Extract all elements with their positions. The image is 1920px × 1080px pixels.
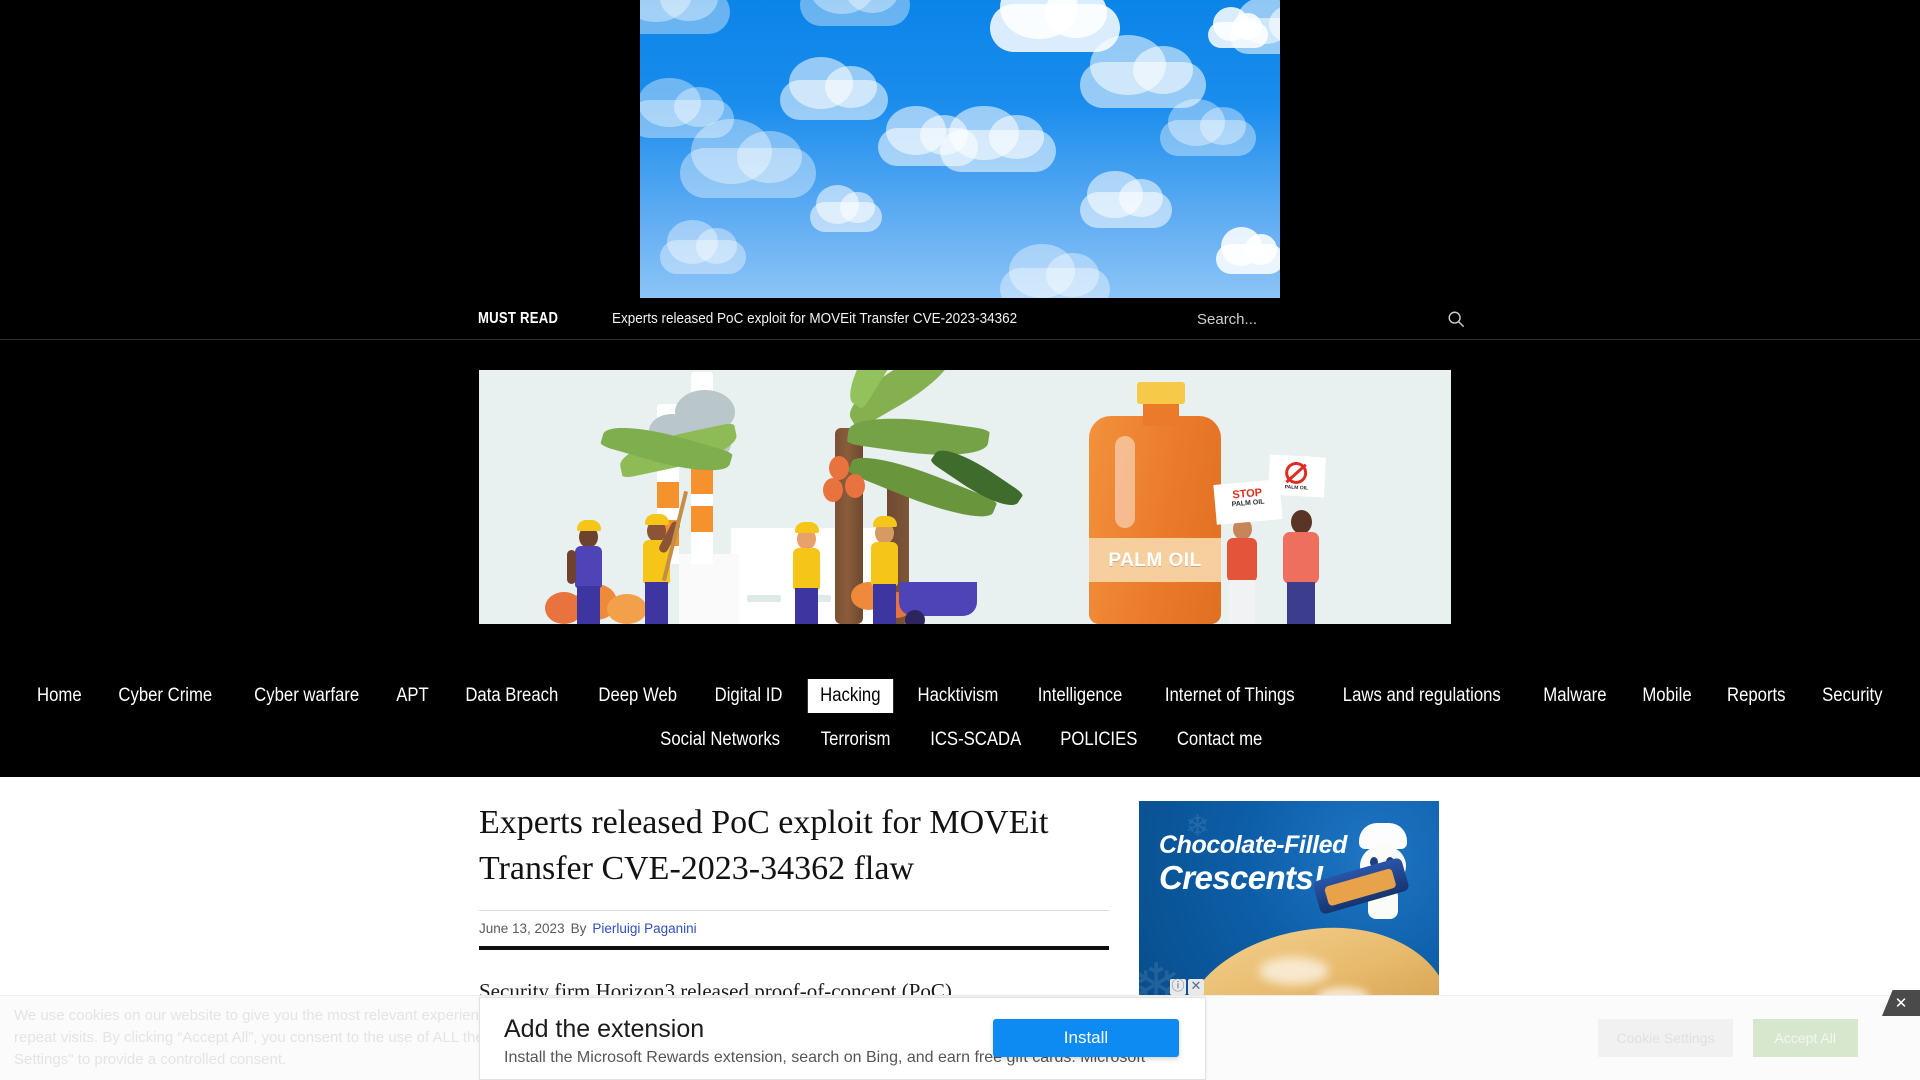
cloud-shape	[1208, 6, 1268, 48]
bottle-highlight	[1115, 436, 1135, 528]
bottle-cap	[1137, 382, 1185, 404]
wheelbarrow-wheel	[905, 610, 925, 624]
palm-oil-bottle	[1089, 416, 1221, 624]
nav-item-hacking[interactable]: Hacking	[807, 678, 893, 713]
factory-window	[747, 595, 781, 602]
nav-item-hacktivism[interactable]: Hacktivism	[905, 679, 1010, 713]
palm-fruit	[829, 456, 849, 480]
cloud-shape	[680, 119, 816, 198]
nav-item-terrorism[interactable]: Terrorism	[809, 723, 903, 757]
protest-sign-small-text: PALM OIL	[1284, 484, 1309, 492]
bottle-label-text: PALM OIL	[1108, 550, 1202, 571]
article-divider	[479, 946, 1109, 951]
cloud-shape	[1080, 171, 1172, 228]
nav-item-cyber-warfare[interactable]: Cyber warfare	[242, 679, 372, 713]
sidebar-ad-line2: Crescents!	[1159, 859, 1324, 896]
nav-item-reports[interactable]: Reports	[1715, 679, 1798, 713]
nav-item-apt[interactable]: APT	[384, 679, 441, 713]
cloud-shape	[1216, 226, 1280, 274]
article: Experts released PoC exploit for MOVEit …	[479, 800, 1109, 1008]
must-read-label: MUST READ	[478, 309, 559, 327]
cloud-shape	[810, 184, 882, 232]
nav-item-contact-me[interactable]: Contact me	[1164, 723, 1274, 757]
nav-item-internet-of-things[interactable]: Internet of Things	[1153, 679, 1307, 713]
cloud-shape	[800, 0, 910, 26]
article-date: June 13, 2023	[479, 921, 565, 937]
must-read-headline-link[interactable]: Experts released PoC exploit for MOVEit …	[612, 310, 1017, 327]
fruit-pile	[607, 594, 647, 624]
nav-item-security[interactable]: Security	[1809, 679, 1894, 713]
nav-item-policies[interactable]: POLICIES	[1048, 723, 1150, 757]
bottom-ad-install-button[interactable]: Install	[993, 1019, 1179, 1057]
cloud-shape	[780, 56, 888, 120]
cookie-actions: Cookie Settings Accept All	[1598, 1019, 1858, 1057]
nav-item-intelligence[interactable]: Intelligence	[1025, 679, 1134, 713]
nav-item-social-networks[interactable]: Social Networks	[648, 723, 793, 757]
nav-item-deep-web[interactable]: Deep Web	[586, 679, 689, 713]
factory-building-small	[679, 554, 739, 624]
article-byline: June 13, 2023 By Pierluigi Paganini	[479, 910, 1109, 936]
palm-fruit	[823, 478, 843, 502]
cookie-settings-button[interactable]: Cookie Settings	[1598, 1019, 1733, 1057]
header-banner-wrap: PALM OIL STOP PALM OIL PALM OIL	[0, 340, 1920, 654]
main-navigation: Home Cyber Crime Cyber warfare APT Data …	[0, 654, 1920, 777]
nav-item-data-breach[interactable]: Data Breach	[453, 679, 571, 713]
powdered-sugar	[1259, 957, 1329, 985]
nav-item-malware[interactable]: Malware	[1531, 679, 1619, 713]
palm-fruit	[845, 474, 865, 498]
nav-item-home[interactable]: Home	[25, 679, 94, 713]
search-zone	[1197, 298, 1465, 340]
close-icon[interactable]: ✕	[1188, 979, 1204, 995]
top-ad-cloud-banner[interactable]	[640, 0, 1280, 298]
article-title[interactable]: Experts released PoC exploit for MOVEit …	[479, 800, 1109, 892]
nav-row-primary: Home Cyber Crime Cyber warfare APT Data …	[20, 678, 1900, 713]
nav-item-laws-and-regulations[interactable]: Laws and regulations	[1330, 679, 1513, 713]
protest-sign-nopalm: PALM OIL	[1267, 454, 1327, 498]
cookie-accept-all-button[interactable]: Accept All	[1752, 1019, 1858, 1057]
header-illustration-banner: PALM OIL STOP PALM OIL PALM OIL	[479, 370, 1451, 624]
bottom-ad-controls: ⓘ ✕	[1170, 979, 1204, 995]
nav-item-mobile[interactable]: Mobile	[1630, 679, 1704, 713]
must-read-bar: MUST READ Experts released PoC exploit f…	[0, 298, 1920, 340]
cloud-shape	[660, 220, 746, 274]
page-root: MUST READ Experts released PoC exploit f…	[0, 0, 1920, 1080]
cloud-shape	[1000, 243, 1110, 298]
doughboy-mascot	[1312, 823, 1415, 919]
top-ad-strip	[0, 0, 1920, 298]
cloud-shape	[640, 0, 730, 34]
article-author-link[interactable]: Pierluigi Paganini	[592, 921, 696, 936]
cloud-shape	[1160, 99, 1256, 156]
nav-row-secondary: Social Networks Terrorism ICS-SCADA POLI…	[638, 723, 1282, 757]
sidebar-ad-line1: Chocolate-Filled	[1159, 831, 1348, 859]
nav-item-cyber-crime[interactable]: Cyber Crime	[107, 679, 225, 713]
search-icon[interactable]	[1447, 310, 1465, 328]
info-icon[interactable]: ⓘ	[1170, 979, 1186, 995]
cloud-shape	[878, 105, 978, 166]
search-input[interactable]	[1197, 310, 1367, 328]
nav-item-ics-scada[interactable]: ICS-SCADA	[917, 723, 1033, 757]
nav-item-digital-id[interactable]: Digital ID	[703, 679, 795, 713]
byline-by-label: By	[570, 921, 587, 937]
bottom-ad-title: Add the extension	[504, 1015, 705, 1043]
bottom-ad-overlay: Add the extension Install the Microsoft …	[479, 979, 1206, 1080]
